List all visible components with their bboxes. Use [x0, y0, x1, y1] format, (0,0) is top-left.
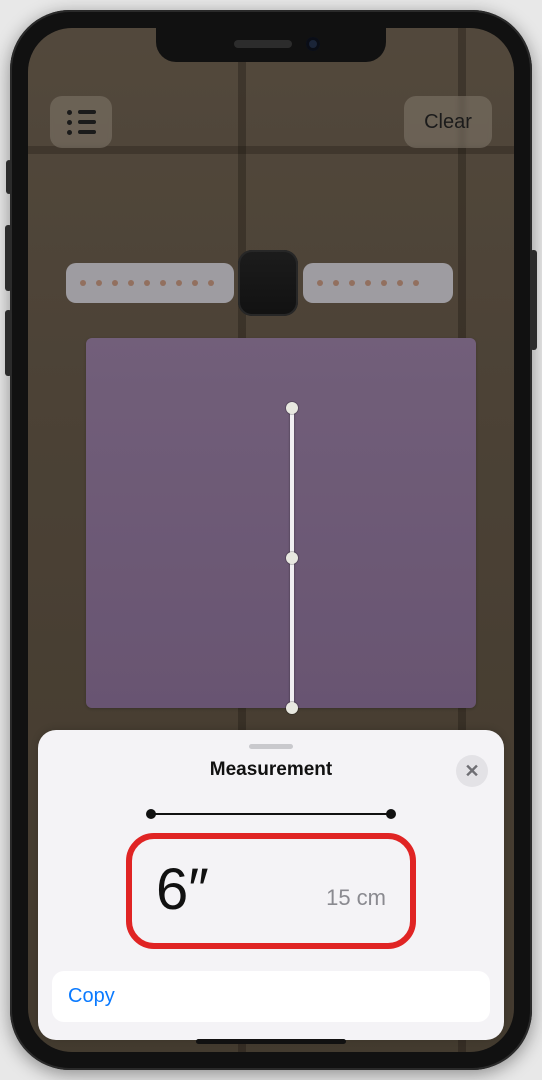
screen: Clear Measurement ✕ 6″ 15 cm Co: [28, 28, 514, 1052]
measurements-list-button[interactable]: [50, 96, 112, 148]
sheet-grabber[interactable]: [249, 744, 293, 749]
volume-up-button: [5, 225, 12, 291]
measure-point-mid[interactable]: [286, 552, 298, 564]
measurement-sheet: Measurement ✕ 6″ 15 cm Copy: [38, 730, 504, 1040]
close-icon: ✕: [464, 761, 479, 782]
notch: [156, 28, 386, 62]
copy-button[interactable]: Copy: [52, 971, 490, 1022]
measurement-value-highlight[interactable]: 6″ 15 cm: [126, 833, 416, 949]
measure-point-start[interactable]: [286, 402, 298, 414]
volume-down-button: [5, 310, 12, 376]
power-button: [530, 250, 537, 350]
measurement-range-graphic: [146, 807, 396, 821]
measurement-secondary-value: 15 cm: [326, 885, 386, 919]
close-button[interactable]: ✕: [456, 755, 488, 787]
list-icon: [67, 110, 96, 135]
clear-button[interactable]: Clear: [404, 96, 492, 148]
copy-button-label: Copy: [68, 985, 115, 1007]
silence-switch: [6, 160, 12, 194]
measurement-primary-value: 6″: [156, 861, 209, 919]
clear-button-label: Clear: [424, 111, 472, 134]
home-indicator[interactable]: [196, 1039, 346, 1044]
measure-point-end[interactable]: [286, 702, 298, 714]
phone-frame: Clear Measurement ✕ 6″ 15 cm Co: [10, 10, 532, 1070]
sheet-title: Measurement: [52, 759, 490, 781]
